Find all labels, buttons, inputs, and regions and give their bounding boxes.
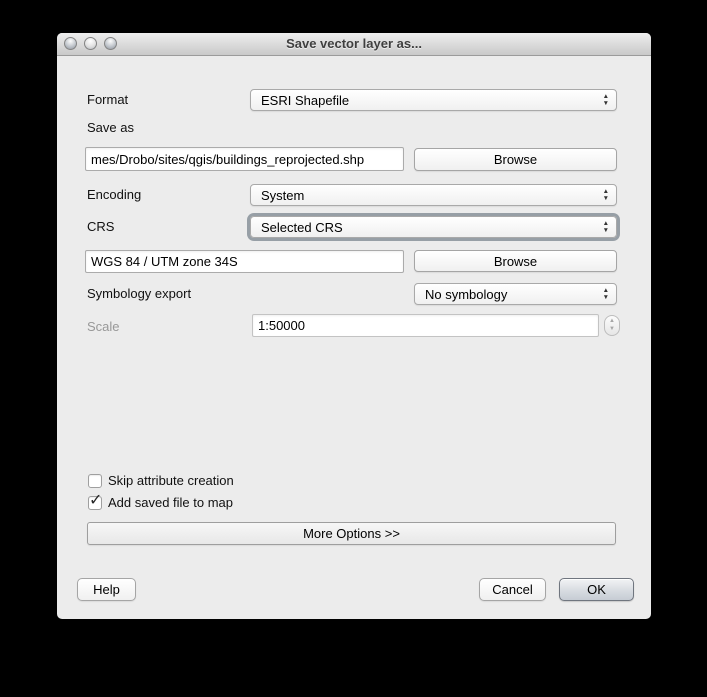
stepper-up-icon: ▲	[609, 319, 615, 324]
scale-value: 1:50000	[258, 318, 305, 333]
crs-name-value: WGS 84 / UTM zone 34S	[91, 254, 238, 269]
save-vector-layer-dialog: Save vector layer as... Format ESRI Shap…	[57, 33, 651, 619]
window-title: Save vector layer as...	[57, 36, 651, 51]
format-label: Format	[87, 92, 128, 108]
crs-name-field[interactable]: WGS 84 / UTM zone 34S	[85, 250, 404, 273]
more-options-button[interactable]: More Options >>	[87, 522, 616, 545]
scale-label: Scale	[87, 319, 120, 335]
save-as-path-value: mes/Drobo/sites/qgis/buildings_reproject…	[91, 152, 364, 167]
stepper-down-icon: ▼	[609, 327, 615, 332]
cancel-button[interactable]: Cancel	[479, 578, 546, 601]
add-saved-file-checkbox[interactable]: ✓	[88, 496, 102, 510]
symbology-dropdown-value: No symbology	[425, 287, 507, 302]
skip-attribute-checkbox[interactable]: ✓	[88, 474, 102, 488]
crs-label: CRS	[87, 219, 114, 235]
encoding-label: Encoding	[87, 187, 141, 203]
help-button[interactable]: Help	[77, 578, 136, 601]
updown-arrows-icon: ▲▼	[603, 288, 609, 300]
encoding-dropdown-value: System	[261, 188, 304, 203]
crs-dropdown-value: Selected CRS	[261, 220, 343, 235]
scale-field[interactable]: 1:50000	[252, 314, 599, 337]
browse-crs-button[interactable]: Browse	[414, 250, 617, 272]
format-dropdown-value: ESRI Shapefile	[261, 93, 349, 108]
updown-arrows-icon: ▲▼	[603, 94, 609, 106]
add-saved-file-row: ✓ Add saved file to map	[88, 495, 233, 510]
encoding-dropdown[interactable]: System ▲▼	[250, 184, 617, 206]
save-as-label: Save as	[87, 120, 134, 136]
add-saved-file-label: Add saved file to map	[108, 495, 233, 510]
title-bar: Save vector layer as...	[57, 33, 651, 56]
browse-save-as-button[interactable]: Browse	[414, 148, 617, 171]
symbology-export-dropdown[interactable]: No symbology ▲▼	[414, 283, 617, 305]
symbology-export-label: Symbology export	[87, 286, 191, 302]
skip-attribute-label: Skip attribute creation	[108, 473, 234, 488]
updown-arrows-icon: ▲▼	[603, 221, 609, 233]
checkmark-icon: ✓	[89, 490, 102, 510]
save-as-path-field[interactable]: mes/Drobo/sites/qgis/buildings_reproject…	[85, 147, 404, 171]
ok-button[interactable]: OK	[559, 578, 634, 601]
skip-attribute-row: ✓ Skip attribute creation	[88, 473, 234, 488]
scale-stepper[interactable]: ▲ ▼	[604, 315, 620, 336]
format-dropdown[interactable]: ESRI Shapefile ▲▼	[250, 89, 617, 111]
updown-arrows-icon: ▲▼	[603, 189, 609, 201]
crs-dropdown[interactable]: Selected CRS ▲▼	[250, 216, 617, 238]
